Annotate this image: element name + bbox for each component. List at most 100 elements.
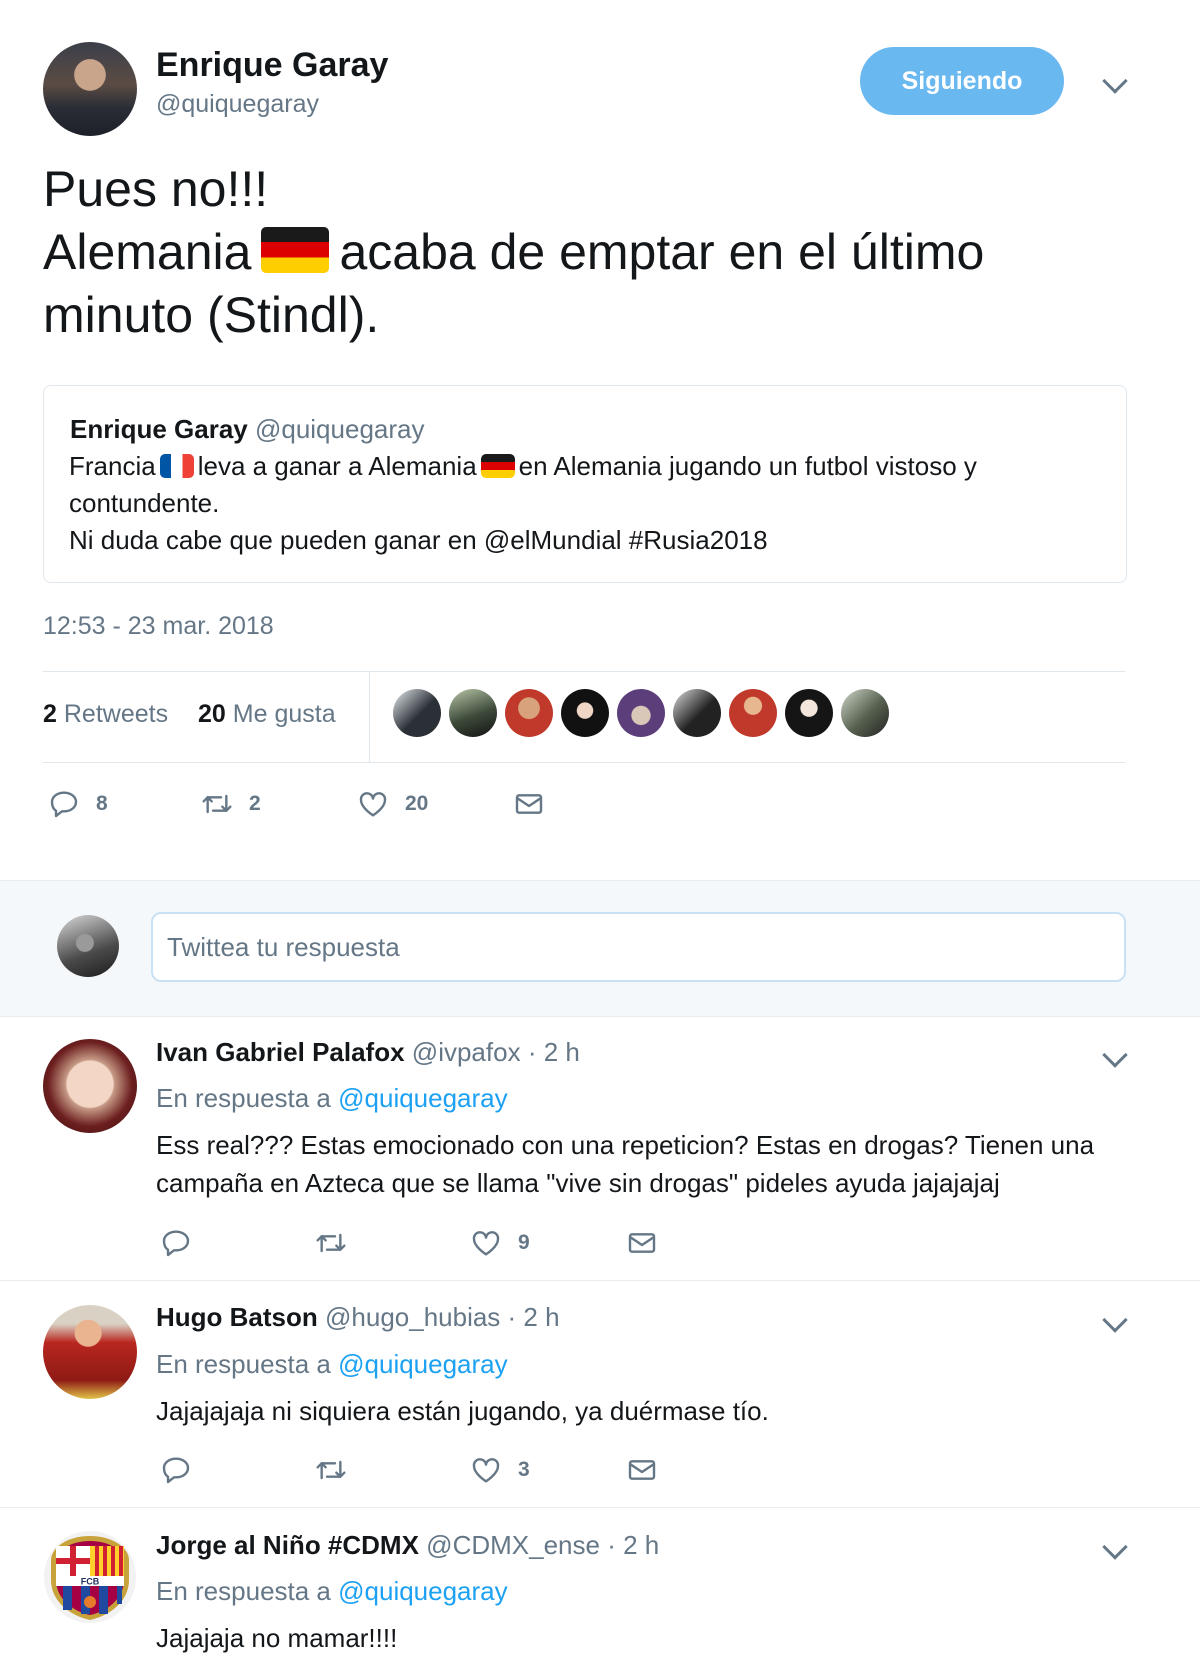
divider bbox=[0, 1507, 1200, 1508]
reply-icon bbox=[162, 1457, 190, 1484]
chevron-down-icon[interactable] bbox=[1102, 1042, 1128, 1068]
reply-time[interactable]: · 2 h bbox=[508, 1302, 560, 1332]
liker-avatar[interactable] bbox=[841, 689, 889, 737]
germany-flag-icon bbox=[261, 227, 330, 273]
like-count: 3 bbox=[518, 1458, 530, 1481]
tweet-timestamp[interactable]: 12:53 - 23 mar. 2018 bbox=[43, 612, 274, 641]
following-button[interactable]: Siguiendo bbox=[860, 47, 1064, 115]
likes-count: 20 bbox=[198, 700, 226, 728]
envelope-icon bbox=[628, 1460, 656, 1480]
retweets-label: Retweets bbox=[63, 700, 169, 728]
liker-avatar[interactable] bbox=[561, 689, 609, 737]
tweet-text: Pues no!!! Alemania acaba de emptar en el… bbox=[43, 158, 1153, 347]
like-action[interactable]: 9 bbox=[470, 1227, 530, 1259]
liker-avatar[interactable] bbox=[617, 689, 665, 737]
divider bbox=[369, 671, 370, 762]
reply-context-link[interactable]: @quiquegaray bbox=[338, 1083, 508, 1113]
reply-avatar[interactable] bbox=[43, 1039, 137, 1133]
reply-text: Ess real??? Estas emocionado con una rep… bbox=[156, 1130, 1095, 1198]
reply-author-name[interactable]: Hugo Batson bbox=[156, 1302, 318, 1332]
quoted-tweet-header: Enrique Garay @quiquegaray bbox=[70, 414, 424, 445]
quoted-author-name: Enrique Garay bbox=[70, 414, 248, 444]
retweet-icon bbox=[316, 1233, 346, 1253]
author-avatar[interactable] bbox=[43, 42, 137, 136]
likes-stat[interactable]: 20 Me gusta bbox=[198, 700, 336, 729]
liker-avatar[interactable] bbox=[393, 689, 441, 737]
quoted-text-segment: leva a ganar a Alemania bbox=[197, 451, 477, 481]
reply-header: Jorge al Niño #CDMX @CDMX_ense · 2 h bbox=[156, 1530, 659, 1561]
reply-avatar[interactable]: FCB bbox=[43, 1530, 137, 1624]
retweet-icon bbox=[202, 794, 232, 814]
france-flag-icon bbox=[159, 454, 194, 478]
reply-time[interactable]: · 2 h bbox=[528, 1037, 580, 1067]
reply-icon bbox=[162, 1230, 190, 1257]
quoted-text-segment: Francia bbox=[69, 451, 156, 481]
like-count: 9 bbox=[518, 1231, 530, 1254]
heart-icon bbox=[472, 1231, 500, 1256]
tweet-text-segment: acaba de emptar en el último bbox=[339, 224, 985, 280]
reply-context-label: En respuesta a bbox=[156, 1083, 331, 1113]
reply-avatar[interactable] bbox=[43, 1305, 137, 1399]
retweet-icon bbox=[316, 1460, 346, 1480]
tweet-text-line: Pues no!!! bbox=[43, 161, 269, 217]
divider bbox=[43, 762, 1125, 763]
chevron-down-icon[interactable] bbox=[1102, 1534, 1128, 1560]
liker-avatar[interactable] bbox=[449, 689, 497, 737]
like-action[interactable]: 3 bbox=[470, 1454, 530, 1486]
germany-flag-icon bbox=[480, 454, 515, 478]
envelope-icon bbox=[515, 794, 543, 814]
retweet-action[interactable] bbox=[315, 1227, 363, 1259]
like-action[interactable]: 20 bbox=[357, 788, 428, 820]
reply-action[interactable] bbox=[160, 1454, 208, 1486]
divider bbox=[43, 671, 1125, 672]
retweet-action[interactable]: 2 bbox=[201, 788, 261, 820]
dm-action[interactable] bbox=[513, 788, 561, 820]
retweets-stat[interactable]: 2 Retweets bbox=[43, 700, 168, 729]
reply-author-handle[interactable]: @hugo_hubias bbox=[325, 1302, 500, 1332]
reply-action[interactable] bbox=[160, 1227, 208, 1259]
retweet-count: 2 bbox=[249, 792, 261, 815]
dm-action[interactable] bbox=[626, 1454, 674, 1486]
current-user-avatar[interactable] bbox=[57, 915, 119, 977]
divider bbox=[0, 1280, 1200, 1281]
reply-context: En respuesta a @quiquegaray bbox=[156, 1083, 508, 1114]
reply-context-link[interactable]: @quiquegaray bbox=[338, 1576, 508, 1606]
dm-action[interactable] bbox=[626, 1227, 674, 1259]
heart-icon bbox=[359, 792, 387, 817]
quoted-tweet-text: Francia leva a ganar a Alemania en Alemani… bbox=[69, 448, 1099, 559]
reply-author-name[interactable]: Ivan Gabriel Palafox bbox=[156, 1037, 405, 1067]
quoted-text-line: Ni duda cabe que pueden ganar en @elMund… bbox=[69, 525, 768, 555]
like-count: 20 bbox=[405, 792, 429, 815]
retweet-action[interactable] bbox=[315, 1454, 363, 1486]
tweet-text-line: Alemania acaba de emptar en el último bbox=[43, 221, 1153, 284]
reply-context: En respuesta a @quiquegaray bbox=[156, 1576, 508, 1607]
liker-avatar[interactable] bbox=[785, 689, 833, 737]
tweet-text-line: minuto (Stindl). bbox=[43, 287, 380, 343]
quoted-author-handle: @quiquegaray bbox=[254, 414, 425, 444]
reply-author-handle[interactable]: @CDMX_ense bbox=[426, 1530, 600, 1560]
liker-avatar[interactable] bbox=[729, 689, 777, 737]
author-name[interactable]: Enrique Garay bbox=[156, 46, 388, 85]
reply-context-link[interactable]: @quiquegaray bbox=[338, 1349, 508, 1379]
reply-text: Jajajajaja ni siquiera están jugando, ya… bbox=[156, 1396, 769, 1426]
reply-input[interactable] bbox=[151, 912, 1126, 982]
liker-avatar[interactable] bbox=[673, 689, 721, 737]
reply-context-label: En respuesta a bbox=[156, 1576, 331, 1606]
heart-icon bbox=[472, 1458, 500, 1483]
chevron-down-icon[interactable] bbox=[1102, 68, 1128, 94]
retweets-count: 2 bbox=[43, 700, 57, 728]
liker-avatars bbox=[393, 689, 897, 737]
reply-count: 8 bbox=[96, 792, 108, 815]
reply-context: En respuesta a @quiquegaray bbox=[156, 1349, 508, 1380]
chevron-down-icon[interactable] bbox=[1102, 1307, 1128, 1333]
reply-header: Ivan Gabriel Palafox @ivpafox · 2 h bbox=[156, 1037, 580, 1068]
author-handle[interactable]: @quiquegaray bbox=[156, 90, 319, 119]
reply-author-name[interactable]: Jorge al Niño #CDMX bbox=[156, 1530, 419, 1560]
reply-time[interactable]: · 2 h bbox=[607, 1530, 659, 1560]
reply-action[interactable]: 8 bbox=[48, 788, 108, 820]
fcb-crest-icon: FCB bbox=[44, 1531, 136, 1623]
liker-avatar[interactable] bbox=[505, 689, 553, 737]
reply-context-label: En respuesta a bbox=[156, 1349, 331, 1379]
likes-label: Me gusta bbox=[232, 700, 336, 728]
reply-author-handle[interactable]: @ivpafox bbox=[412, 1037, 521, 1067]
